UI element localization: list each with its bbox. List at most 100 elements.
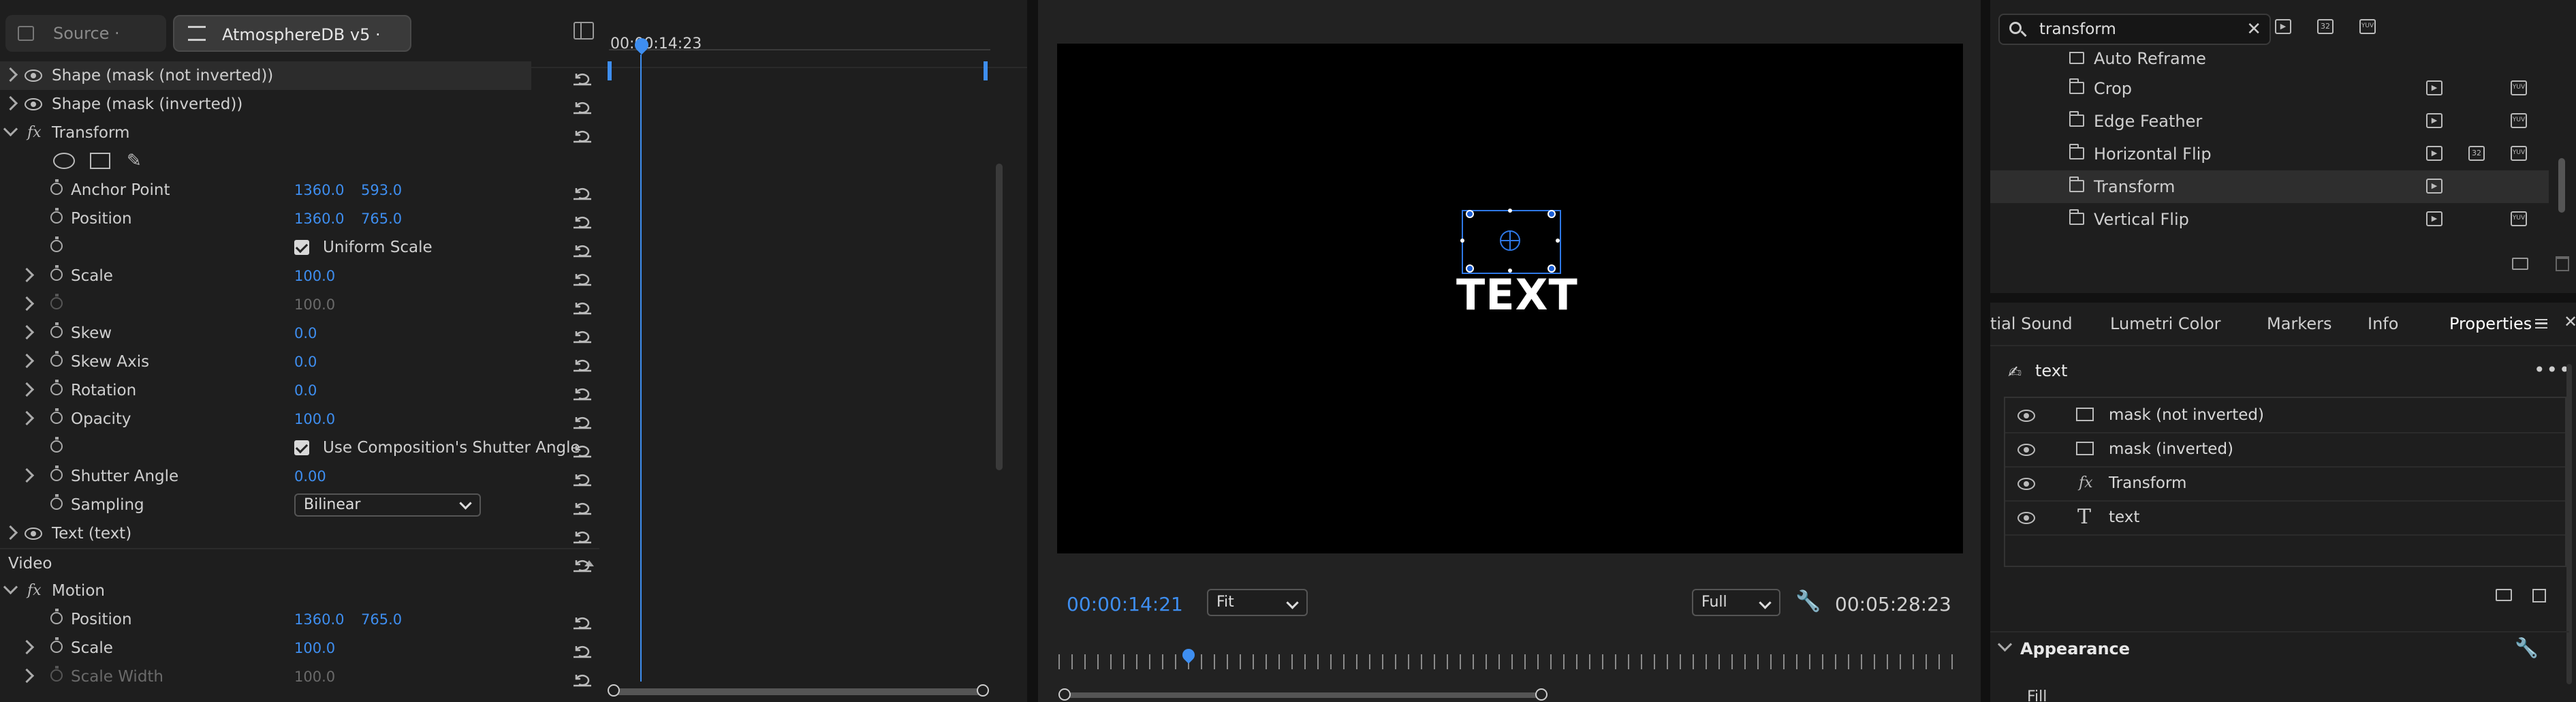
timeline-zoom-bar[interactable] xyxy=(608,684,989,697)
trash-icon[interactable] xyxy=(2556,256,2569,271)
layer-row[interactable]: mask (not inverted) xyxy=(2005,398,2565,433)
ellipse-mask-icon[interactable] xyxy=(53,153,75,169)
sampling-select[interactable]: Bilinear xyxy=(294,493,481,517)
skew-axis-value[interactable]: 0.0 xyxy=(294,348,317,376)
reset-icon[interactable] xyxy=(572,214,593,229)
stopwatch-icon[interactable] xyxy=(50,236,63,252)
new-layer-icon[interactable] xyxy=(2532,589,2546,602)
zoom-handle-left[interactable] xyxy=(1058,688,1071,701)
expand-chevron-icon[interactable] xyxy=(19,267,35,283)
corner-handle[interactable] xyxy=(1466,210,1474,218)
reset-icon[interactable] xyxy=(572,443,593,458)
tab-lumetri-color[interactable]: Lumetri Color xyxy=(2110,303,2221,345)
edge-handle[interactable] xyxy=(1508,209,1512,213)
stopwatch-icon[interactable] xyxy=(50,351,63,367)
scale-value[interactable]: 100.0 xyxy=(294,262,335,290)
stopwatch-icon[interactable] xyxy=(50,637,63,653)
current-timecode[interactable]: 00:00:14:21 xyxy=(1067,593,1183,615)
resolution-select[interactable]: Full xyxy=(1692,589,1780,616)
reset-icon[interactable] xyxy=(572,672,593,687)
stopwatch-icon[interactable] xyxy=(50,494,63,510)
eye-icon[interactable] xyxy=(25,98,42,110)
row-text[interactable]: Text (text) xyxy=(0,519,599,548)
clear-search-icon[interactable]: ✕ xyxy=(2246,19,2261,40)
reset-icon[interactable] xyxy=(572,128,593,143)
reset-icon[interactable] xyxy=(572,100,593,115)
reset-icon[interactable] xyxy=(572,529,593,544)
position-x-value[interactable]: 1360.0 xyxy=(294,204,344,233)
opacity-value[interactable]: 100.0 xyxy=(294,405,335,433)
position-y-value[interactable]: 765.0 xyxy=(361,204,402,233)
expand-chevron-icon[interactable] xyxy=(3,95,18,111)
row-motion[interactable]: fx Motion xyxy=(0,577,599,605)
zoom-handle-right[interactable] xyxy=(977,684,989,697)
anchor-y-value[interactable]: 593.0 xyxy=(361,176,402,204)
eye-icon[interactable] xyxy=(25,70,42,82)
reset-icon[interactable] xyxy=(572,558,593,573)
rectangle-mask-icon[interactable] xyxy=(90,153,110,169)
anchor-point-icon[interactable] xyxy=(1500,230,1520,251)
wrench-icon[interactable]: 🔧 xyxy=(2515,637,2539,659)
skew-value[interactable]: 0.0 xyxy=(294,319,317,348)
reset-icon[interactable] xyxy=(572,615,593,630)
expand-chevron-icon[interactable] xyxy=(19,668,35,684)
reset-icon[interactable] xyxy=(572,500,593,515)
32bit-effects-icon[interactable]: 32 xyxy=(2317,19,2334,34)
layer-row[interactable]: mask (inverted) xyxy=(2005,432,2565,468)
video-canvas[interactable]: TEXT xyxy=(1057,44,1963,553)
expand-chevron-icon[interactable] xyxy=(3,67,18,82)
stopwatch-icon[interactable] xyxy=(50,265,63,281)
reset-icon[interactable] xyxy=(572,357,593,372)
wrench-icon[interactable]: 🔧 xyxy=(1795,590,1821,613)
motion-position-y-value[interactable]: 765.0 xyxy=(361,605,402,634)
motion-scale-value[interactable]: 100.0 xyxy=(294,634,335,662)
row-transform[interactable]: fx Transform xyxy=(0,119,599,147)
stopwatch-icon[interactable] xyxy=(50,437,63,453)
monitor-zoom-bar[interactable] xyxy=(1058,688,1960,701)
layer-row[interactable]: T text xyxy=(2005,500,2565,536)
panel-menu-icon[interactable] xyxy=(2535,319,2547,329)
search-input[interactable]: transform xyxy=(2039,20,2116,38)
reset-icon[interactable] xyxy=(572,71,593,86)
transform-bounding-box[interactable] xyxy=(1460,209,1561,274)
appearance-section[interactable]: Appearance 🔧 xyxy=(1990,631,2569,667)
reset-icon[interactable] xyxy=(572,271,593,286)
tab-atmospheredb[interactable]: AtmosphereDB v5 · Graphic xyxy=(173,15,411,81)
tab-essential-sound[interactable]: tial Sound xyxy=(1990,303,2073,345)
shutter-angle-value[interactable]: 0.00 xyxy=(294,462,326,491)
eye-icon[interactable] xyxy=(2017,512,2035,524)
zoom-handle-right[interactable] xyxy=(1535,688,1548,701)
zoom-fit-select[interactable]: Fit xyxy=(1207,589,1308,616)
composition-shutter-checkbox[interactable] xyxy=(294,440,309,455)
expand-chevron-icon[interactable] xyxy=(19,382,35,397)
stopwatch-icon[interactable] xyxy=(50,208,63,224)
reset-icon[interactable] xyxy=(572,472,593,487)
expand-chevron-icon[interactable] xyxy=(19,468,35,483)
expand-chevron-icon[interactable] xyxy=(19,639,35,655)
accelerated-effects-icon[interactable]: ▶ xyxy=(2275,19,2291,34)
motion-position-x-value[interactable]: 1360.0 xyxy=(294,605,344,634)
eye-icon[interactable] xyxy=(2017,444,2035,456)
panel-divider-right[interactable] xyxy=(1981,0,1990,702)
new-layer-folder-icon[interactable] xyxy=(2496,589,2512,601)
row-shape-mask-inverted[interactable]: Shape (mask (inverted)) xyxy=(0,90,599,119)
stopwatch-icon[interactable] xyxy=(50,179,63,195)
tab-info[interactable]: Info xyxy=(2368,303,2398,345)
effects-search-field[interactable]: transform ✕ xyxy=(1998,14,2271,45)
tab-markers[interactable]: Markers xyxy=(2267,303,2331,345)
eye-icon[interactable] xyxy=(25,528,42,540)
eye-icon[interactable] xyxy=(2017,410,2035,422)
reset-icon[interactable] xyxy=(572,300,593,315)
expand-chevron-icon[interactable] xyxy=(19,324,35,340)
reset-icon[interactable] xyxy=(572,643,593,658)
reset-icon[interactable] xyxy=(572,414,593,429)
collapse-chevron-icon[interactable] xyxy=(3,121,18,137)
stopwatch-icon[interactable] xyxy=(50,408,63,424)
reset-icon[interactable] xyxy=(572,386,593,401)
reset-icon[interactable] xyxy=(572,329,593,344)
pen-tool-icon[interactable]: ✎ xyxy=(127,151,142,170)
uniform-scale-checkbox[interactable] xyxy=(294,240,309,255)
panel-divider-horizontal[interactable] xyxy=(1990,293,2576,303)
tab-source[interactable]: Source · Graphic xyxy=(5,15,166,80)
expand-chevron-icon[interactable] xyxy=(19,353,35,369)
